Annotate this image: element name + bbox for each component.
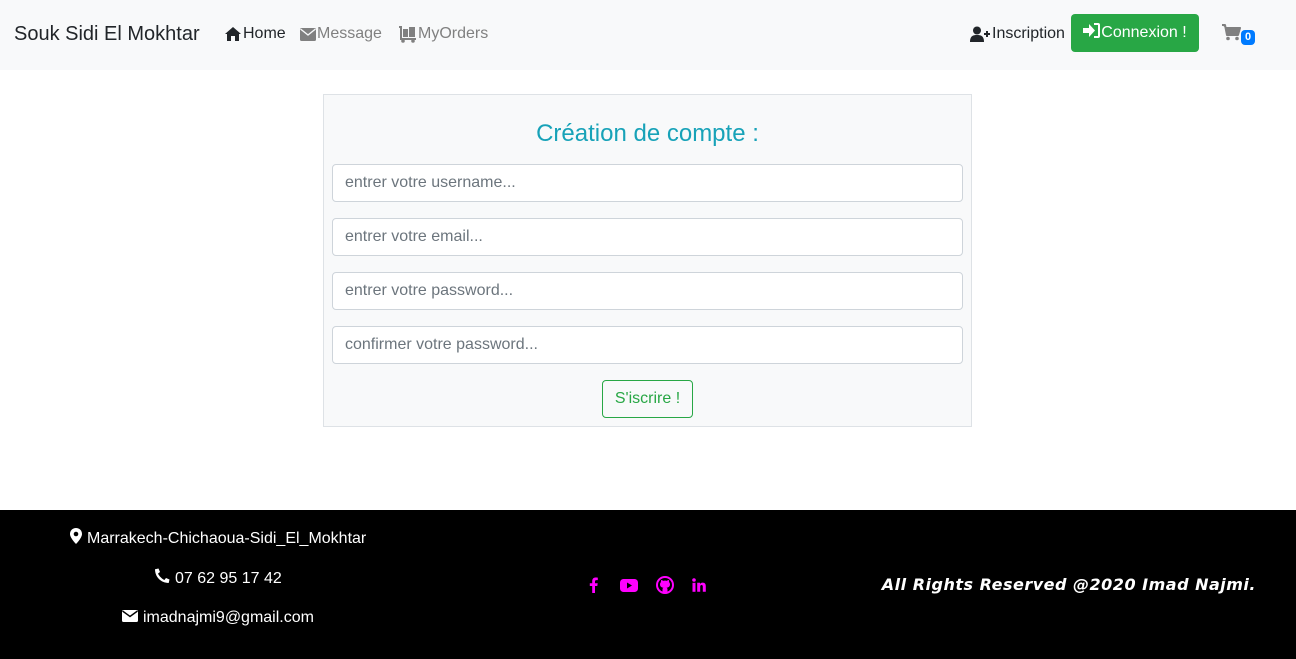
- envelope-icon: [122, 608, 138, 628]
- footer-phone: 07 62 95 17 42: [154, 568, 282, 590]
- nav-myorders-label: MyOrders: [418, 25, 489, 42]
- nav-home-label: Home: [243, 25, 286, 42]
- sign-in-icon: [1083, 23, 1101, 43]
- home-icon: [224, 26, 242, 42]
- page-title: Création de compte :: [536, 120, 759, 147]
- facebook-icon[interactable]: [586, 575, 600, 595]
- phone-text: 07 62 95 17 42: [175, 570, 282, 587]
- github-icon[interactable]: [648, 575, 682, 595]
- map-marker-icon: [70, 528, 82, 550]
- brand[interactable]: Souk Sidi El Mokhtar: [14, 22, 200, 46]
- signup-button[interactable]: S'iscrire !: [602, 380, 693, 418]
- nav-inscription-label: Inscription: [992, 25, 1065, 42]
- social-links: [586, 575, 716, 595]
- cart-count-badge: 0: [1241, 30, 1256, 45]
- connexion-button[interactable]: Connexion !: [1071, 14, 1199, 52]
- footer: Marrakech-Chichaoua-Sidi_El_Mokhtar 07 6…: [0, 510, 1296, 659]
- nav-home[interactable]: Home: [224, 24, 286, 44]
- cart-button[interactable]: 0: [1222, 24, 1256, 46]
- linkedin-icon[interactable]: [682, 575, 716, 595]
- youtube-icon[interactable]: [610, 575, 648, 595]
- nav-myorders[interactable]: MyOrders: [398, 24, 488, 44]
- footer-email: imadnajmi9@gmail.com: [122, 608, 314, 628]
- email-input[interactable]: [332, 218, 963, 256]
- navbar: Souk Sidi El Mokhtar Home Message MyOrde…: [0, 0, 1296, 70]
- phone-icon: [154, 568, 170, 590]
- user-plus-icon: [970, 26, 991, 42]
- connexion-label: Connexion !: [1101, 24, 1187, 41]
- footer-address: Marrakech-Chichaoua-Sidi_El_Mokhtar: [70, 528, 366, 550]
- nav-message[interactable]: Message: [300, 24, 382, 44]
- username-input[interactable]: [332, 164, 963, 202]
- password-input[interactable]: [332, 272, 963, 310]
- envelope-icon: [300, 27, 316, 41]
- nav-inscription[interactable]: Inscription: [970, 24, 1065, 44]
- dolly-icon: [398, 25, 417, 43]
- copyright-text: All Rights Reserved @2020 Imad Najmi.: [881, 575, 1256, 594]
- address-text: Marrakech-Chichaoua-Sidi_El_Mokhtar: [87, 530, 367, 547]
- email-text: imadnajmi9@gmail.com: [143, 609, 314, 626]
- cart-icon: [1222, 24, 1241, 46]
- nav-message-label: Message: [317, 25, 382, 42]
- signup-card: Création de compte : S'iscrire !: [323, 94, 972, 427]
- confirm-password-input[interactable]: [332, 326, 963, 364]
